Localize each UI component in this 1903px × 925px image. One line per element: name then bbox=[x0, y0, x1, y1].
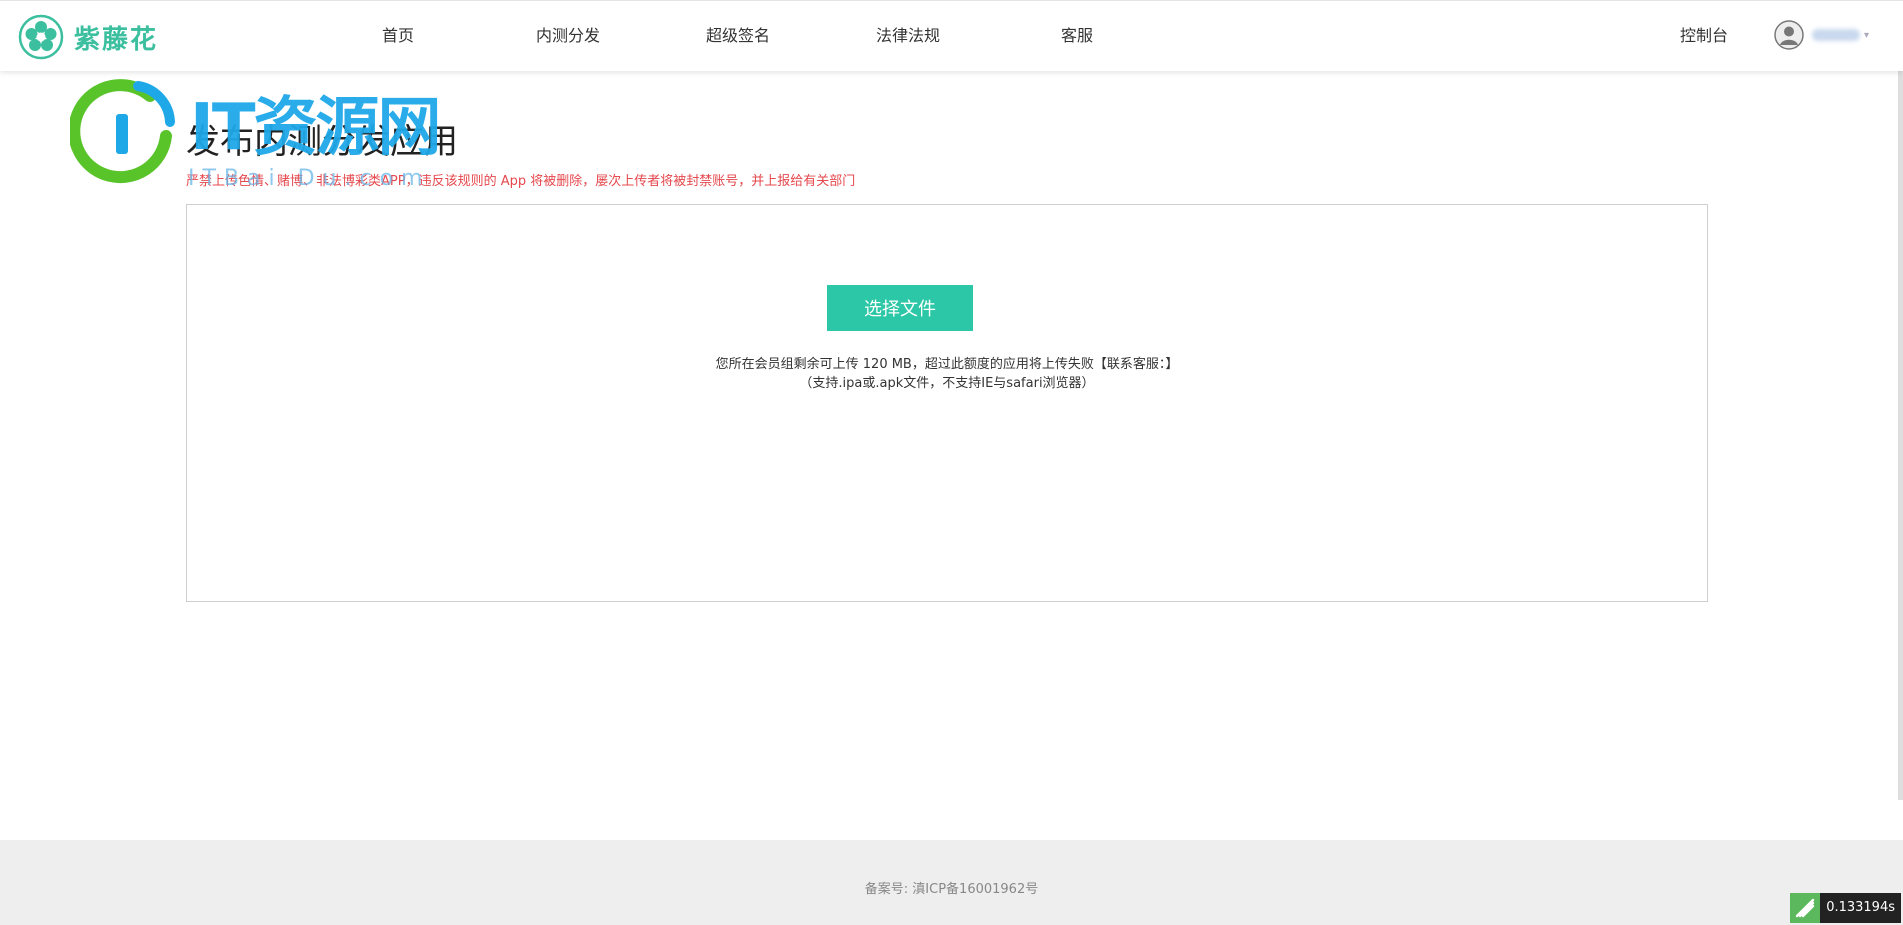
top-navbar: 紫藤花 首页 内测分发 超级签名 法律法规 客服 控制台 ▾ bbox=[0, 0, 1903, 71]
icp-record: 备案号: 滇ICP备16001962号 bbox=[864, 882, 1039, 897]
nav-item-laws[interactable]: 法律法规 bbox=[876, 1, 940, 71]
watermark-text: IT资源网 bbox=[190, 91, 441, 165]
watermark-subtext: ITBai Du.com bbox=[188, 166, 431, 191]
logo-text: 紫藤花 bbox=[74, 24, 159, 55]
username-blurred bbox=[1812, 29, 1860, 41]
nav-item-beta-distribution[interactable]: 内测分发 bbox=[536, 1, 600, 71]
nav-item-customer-service[interactable]: 客服 bbox=[1061, 1, 1093, 71]
watermark-logo-icon bbox=[70, 79, 175, 184]
scrollbar[interactable] bbox=[1898, 70, 1903, 800]
nav-item-home[interactable]: 首页 bbox=[382, 1, 414, 71]
upload-quota-text: 您所在会员组剩余可上传 120 MB，超过此额度的应用将上传失败【联系客服：】 bbox=[715, 357, 1179, 372]
site-logo[interactable]: 紫藤花 bbox=[18, 13, 158, 61]
user-menu[interactable]: ▾ bbox=[1774, 20, 1869, 50]
console-link[interactable]: 控制台 bbox=[1680, 1, 1728, 71]
chevron-down-icon: ▾ bbox=[1864, 29, 1870, 41]
footer: 备案号: 滇ICP备16001962号 bbox=[0, 840, 1903, 925]
avatar-icon bbox=[1774, 20, 1804, 50]
leaf-icon bbox=[1790, 893, 1821, 923]
upload-area[interactable]: 选择文件 您所在会员组剩余可上传 120 MB，超过此额度的应用将上传失败【联系… bbox=[186, 204, 1708, 602]
flower-logo-icon bbox=[18, 14, 64, 60]
debug-timer[interactable]: 0.133194s bbox=[1790, 893, 1901, 923]
choose-file-button[interactable]: 选择文件 bbox=[827, 285, 973, 331]
nav-item-super-signature[interactable]: 超级签名 bbox=[706, 1, 770, 71]
page: 紫藤花 首页 内测分发 超级签名 法律法规 客服 控制台 ▾ 发布内测分发应用 … bbox=[0, 0, 1903, 925]
timer-value: 0.133194s bbox=[1820, 893, 1901, 923]
supported-formats-text: （支持.ipa或.apk文件，不支持IE与safari浏览器） bbox=[799, 376, 1095, 391]
watermark: IT资源网 ITBai Du.com bbox=[70, 76, 500, 196]
